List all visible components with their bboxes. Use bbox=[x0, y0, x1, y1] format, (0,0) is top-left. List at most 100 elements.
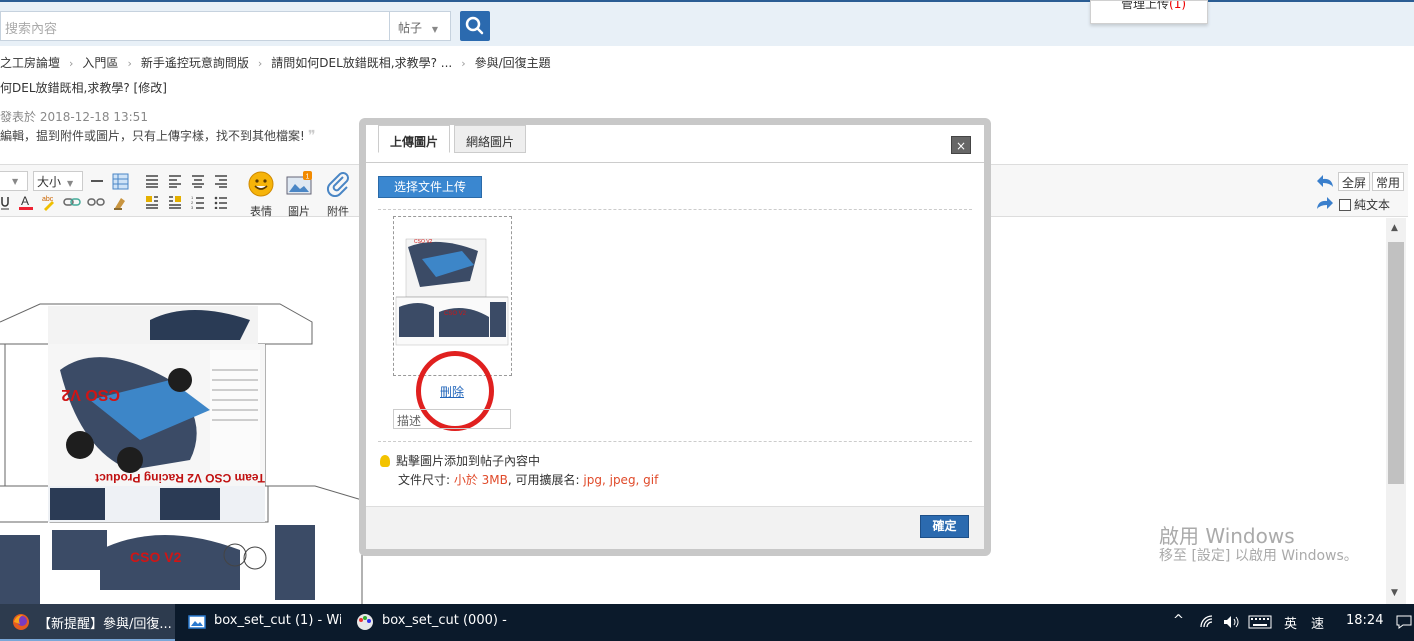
taskbar-item-firefox[interactable]: 【新提醒】參與/回復... bbox=[0, 604, 175, 641]
horizontal-rule-icon[interactable] bbox=[91, 180, 103, 182]
breadcrumb-sep: › bbox=[257, 57, 263, 70]
keyboard-icon[interactable] bbox=[1248, 615, 1272, 629]
font-size-label: 大小 bbox=[37, 175, 62, 189]
divider bbox=[378, 209, 972, 210]
align-center-icon[interactable] bbox=[191, 174, 205, 188]
breadcrumb: 之工房論壇 › 入門區 › 新手遙控玩意詢問版 › 請問如何DEL放錯既相,求教學? ...… bbox=[0, 54, 551, 71]
breadcrumb-item[interactable]: 入門區 bbox=[82, 56, 118, 70]
taskbar-item-photos[interactable]: box_set_cut (1) - Wi... bbox=[176, 604, 341, 641]
photos-icon bbox=[188, 615, 206, 629]
image-button[interactable]: 1 圖片 bbox=[282, 171, 316, 219]
dialog-footer: 確定 bbox=[366, 506, 984, 549]
search-button[interactable] bbox=[460, 11, 490, 41]
font-size-select[interactable]: 大小 ▼ bbox=[33, 171, 83, 191]
notification-icon[interactable] bbox=[1396, 614, 1412, 630]
breadcrumb-sep: › bbox=[461, 57, 466, 70]
volume-icon[interactable] bbox=[1222, 614, 1240, 630]
chevron-down-icon: ▼ bbox=[431, 25, 438, 34]
tab-web-image[interactable]: 網絡圖片 bbox=[454, 125, 527, 153]
float-right-icon[interactable] bbox=[168, 195, 182, 209]
scroll-up-icon[interactable]: ▲ bbox=[1391, 223, 1398, 233]
manage-upload-popup[interactable]: 管理上传(1) bbox=[1090, 0, 1208, 24]
common-button[interactable]: 常用 bbox=[1372, 172, 1405, 191]
description-input[interactable]: 描述 bbox=[393, 409, 511, 429]
align-left-icon[interactable] bbox=[168, 174, 182, 188]
svg-text:3: 3 bbox=[191, 205, 194, 209]
svg-text:A: A bbox=[21, 194, 29, 208]
hint-label: 點擊圖片添加到帖子內容中 bbox=[396, 454, 541, 468]
filesize-value: 小於 3MB bbox=[453, 473, 508, 487]
svg-text:Team CSO V2 Racing Product: Team CSO V2 Racing Product bbox=[95, 471, 265, 485]
plaintext-checkbox[interactable] bbox=[1339, 199, 1351, 211]
smiley-label: 表情 bbox=[250, 205, 272, 218]
breadcrumb-item[interactable]: 請問如何DEL放錯既相,求教學? ... bbox=[271, 56, 452, 70]
paperclip-icon bbox=[326, 172, 349, 198]
wifi-icon[interactable] bbox=[1199, 614, 1215, 630]
manage-upload-count-close: ) bbox=[1181, 0, 1187, 11]
taskbar-item-label: box_set_cut (1) - Wi... bbox=[214, 613, 341, 628]
image-label: 圖片 bbox=[288, 205, 310, 218]
confirm-button[interactable]: 確定 bbox=[920, 515, 969, 538]
ime-mode[interactable]: 速 bbox=[1311, 613, 1324, 632]
tab-upload-image[interactable]: 上傳圖片 bbox=[378, 125, 451, 153]
smiley-icon bbox=[248, 171, 274, 197]
highlight-icon[interactable]: abc bbox=[40, 193, 58, 211]
extension-label: , 可用擴展名: bbox=[507, 473, 584, 487]
post-meta: 發表於 2018-12-18 13:51 bbox=[0, 110, 148, 124]
svg-text:CSO V2: CSO V2 bbox=[444, 311, 467, 317]
table-icon[interactable] bbox=[112, 173, 129, 190]
breadcrumb-sep: › bbox=[69, 57, 74, 70]
svg-text:CSO V2: CSO V2 bbox=[130, 549, 182, 565]
unordered-list-icon[interactable] bbox=[214, 195, 228, 209]
clear-format-icon[interactable] bbox=[112, 194, 129, 211]
plaintext-toggle[interactable]: 純文本 bbox=[1339, 196, 1390, 213]
align-justify-icon[interactable] bbox=[145, 174, 159, 188]
search-type-select[interactable]: 帖子 ▼ bbox=[389, 11, 451, 41]
delete-link[interactable]: 刪除 bbox=[440, 383, 464, 400]
plaintext-label: 純文本 bbox=[1354, 198, 1391, 212]
svg-text:CSO V2: CSO V2 bbox=[61, 386, 120, 403]
file-requirements: 文件尺寸: 小於 3MB, 可用擴展名: jpg, jpeg, gif bbox=[398, 471, 658, 488]
chevron-up-icon[interactable]: ^ bbox=[1173, 613, 1184, 628]
align-right-icon[interactable] bbox=[214, 174, 228, 188]
smiley-button[interactable]: 表情 bbox=[244, 171, 278, 219]
attach-button[interactable]: 附件 bbox=[321, 171, 355, 219]
breadcrumb-item-current: 參與/回復主題 bbox=[474, 56, 551, 70]
editor-scrollbar[interactable]: ▲ ▼ bbox=[1386, 218, 1406, 604]
redo-icon[interactable] bbox=[1316, 196, 1334, 210]
underline-icon[interactable] bbox=[0, 195, 10, 211]
box-template-image[interactable]: CSO V2 Team CSO V2 Racing Product CSO V2 bbox=[0, 300, 365, 604]
clock[interactable]: 18:24 bbox=[1346, 613, 1383, 628]
search-input[interactable]: 搜索內容 bbox=[0, 11, 390, 41]
paint-icon bbox=[357, 614, 373, 630]
undo-icon[interactable] bbox=[1316, 174, 1334, 188]
search-icon bbox=[465, 16, 484, 35]
top-search-bar: 搜索內容 帖子 ▼ 管理上传(1) bbox=[0, 0, 1414, 46]
ordered-list-icon[interactable]: 123 bbox=[191, 195, 205, 209]
image-badge-count: 1 bbox=[306, 174, 310, 181]
breadcrumb-item[interactable]: 新手遙控玩意詢問版 bbox=[141, 56, 249, 70]
link-icon[interactable] bbox=[63, 195, 81, 210]
taskbar-item-paint[interactable]: box_set_cut (000) - ... bbox=[344, 604, 509, 641]
hint-text: 點擊圖片添加到帖子內容中 bbox=[380, 452, 540, 469]
quote-body: 編輯，揾到附件或圖片，只有上傳字樣，找不到其他檔案! bbox=[0, 129, 305, 143]
ime-language[interactable]: 英 bbox=[1284, 613, 1297, 632]
scroll-thumb[interactable] bbox=[1388, 242, 1404, 484]
select-file-button[interactable]: 选择文件上传 bbox=[378, 176, 482, 198]
fullscreen-button[interactable]: 全屏 bbox=[1338, 172, 1371, 191]
float-left-icon[interactable] bbox=[145, 195, 159, 209]
font-color-icon[interactable]: A bbox=[18, 194, 34, 211]
thread-title: 何DEL放錯既相,求教學? [修改] bbox=[0, 81, 167, 95]
close-icon[interactable]: × bbox=[951, 136, 971, 154]
chevron-down-icon: ▼ bbox=[12, 177, 19, 186]
breadcrumb-item[interactable]: 之工房論壇 bbox=[0, 56, 60, 70]
chevron-down-icon: ▼ bbox=[67, 179, 74, 188]
tab-divider bbox=[366, 162, 984, 163]
attach-label: 附件 bbox=[327, 205, 349, 218]
filesize-label: 文件尺寸: bbox=[398, 473, 454, 487]
search-type-label: 帖子 bbox=[398, 21, 423, 35]
breadcrumb-sep: › bbox=[127, 57, 132, 70]
font-select[interactable]: ▼ bbox=[0, 171, 28, 191]
unlink-icon[interactable] bbox=[87, 195, 105, 210]
scroll-down-icon[interactable]: ▼ bbox=[1391, 588, 1398, 598]
